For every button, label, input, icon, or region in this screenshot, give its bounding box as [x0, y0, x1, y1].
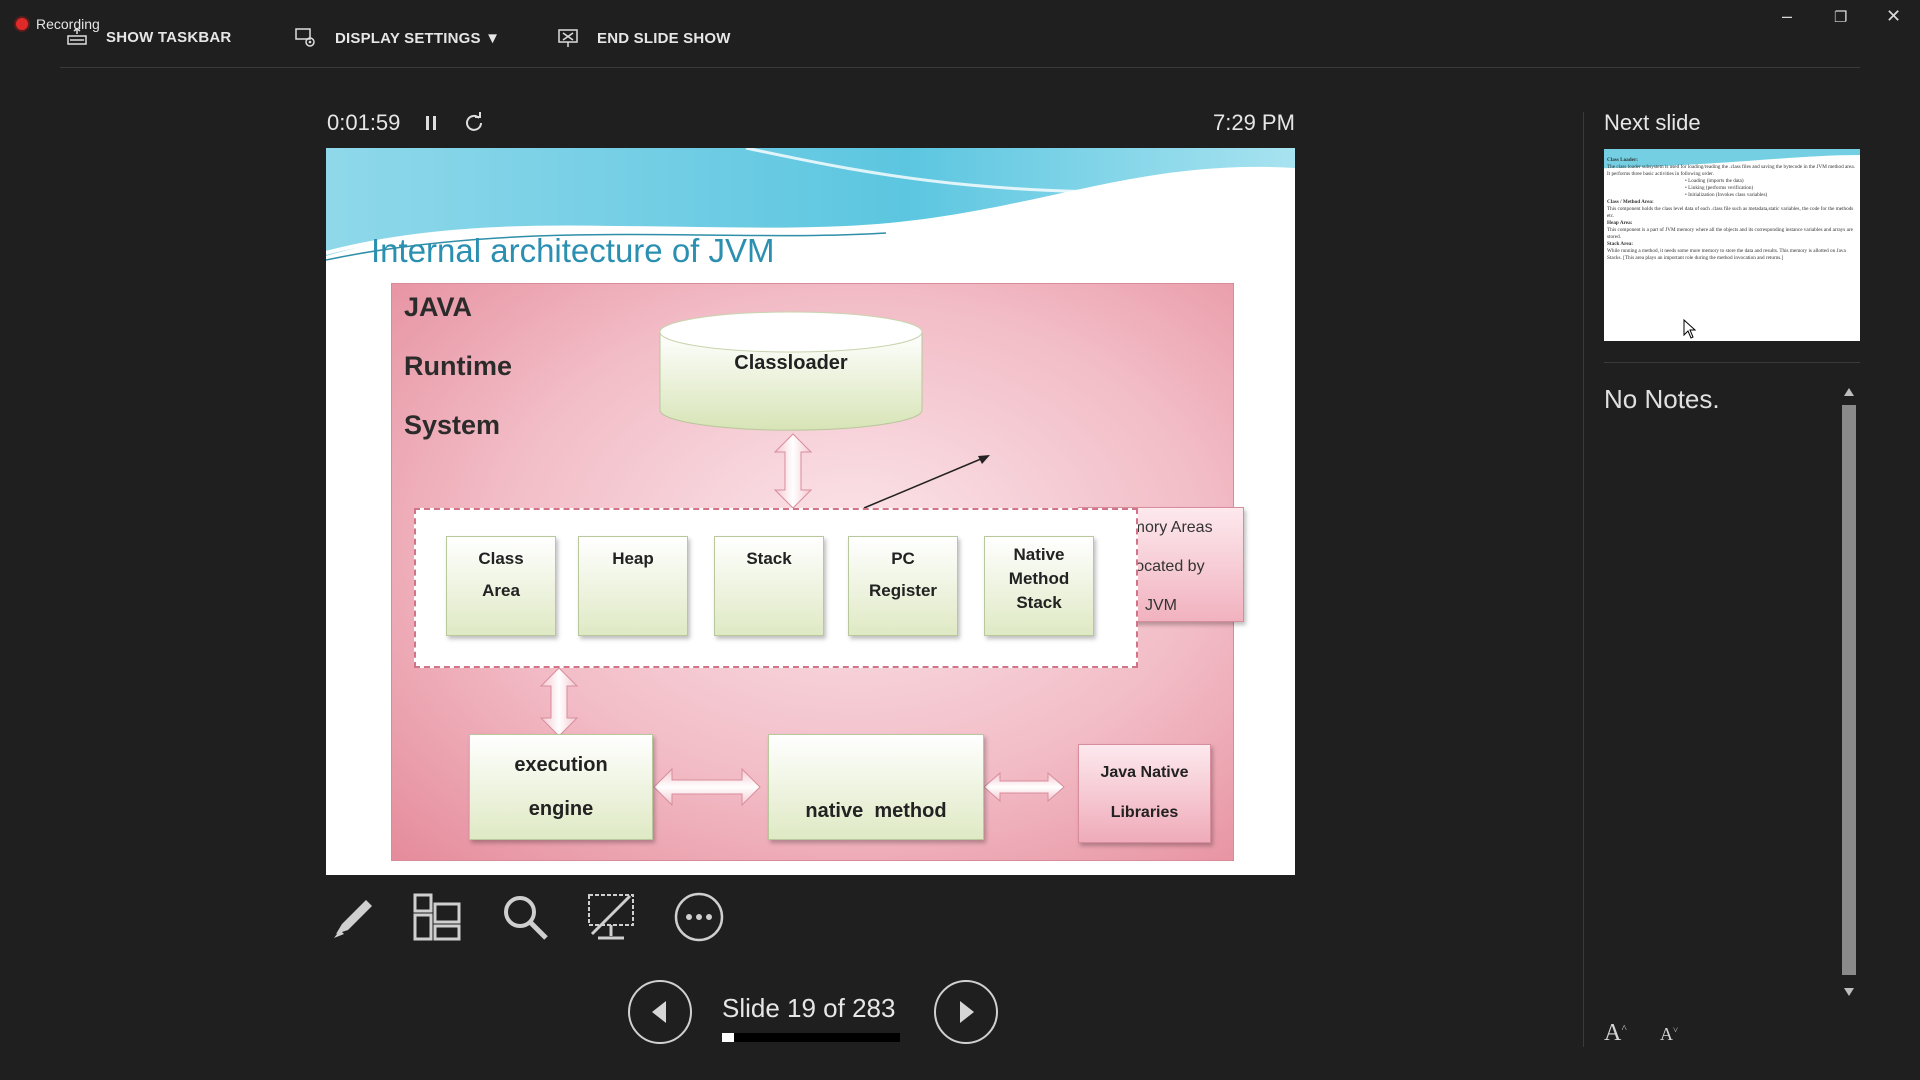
pc-register-box: PC Register [848, 536, 958, 636]
speaker-notes: No Notes. [1604, 384, 1720, 414]
class-area-line-1: Class [478, 549, 524, 568]
top-divider [60, 67, 1860, 68]
display-settings-label: DISPLAY SETTINGS ▼ [335, 29, 501, 47]
native-method-stack-box: Native Method Stack [984, 536, 1094, 636]
heap-box: Heap [578, 536, 688, 636]
thumb-line-10: Stack Area: [1607, 241, 1633, 247]
show-taskbar-button[interactable]: SHOW TASKBAR [66, 28, 231, 46]
thumb-line-11: While running a method, it needs some mo… [1607, 248, 1846, 261]
notes-scroll-thumb[interactable] [1842, 405, 1856, 975]
reset-timer-button[interactable] [463, 112, 485, 139]
slide-counter[interactable]: Slide 19 of 283 [722, 993, 895, 1024]
taskbar-icon [66, 28, 88, 46]
increase-font-button[interactable]: A˄ [1604, 1020, 1627, 1047]
stack-label: Stack [746, 549, 792, 568]
previous-arrow-icon [652, 1001, 666, 1023]
zoom-button[interactable] [498, 890, 552, 949]
slide-progress-bar [722, 1033, 900, 1042]
screen-off-icon [588, 894, 634, 940]
thumb-line-3: • Loading (imports the data) [1685, 178, 1744, 184]
grid-icon [413, 893, 461, 941]
slide-progress-fill [722, 1033, 734, 1042]
thumb-line-9: This component is a part of JVM memory w… [1607, 227, 1853, 240]
thumb-line-4: • Linking (performs verification) [1685, 185, 1754, 191]
display-settings-button[interactable]: DISPLAY SETTINGS ▼ [295, 28, 500, 48]
heap-label: Heap [612, 549, 654, 568]
native-stack-line-3: Stack [1016, 593, 1062, 612]
scroll-down-icon[interactable] [1843, 987, 1855, 997]
restore-button[interactable]: ❐ [1834, 8, 1847, 26]
mouse-cursor-icon [1683, 319, 1697, 339]
notes-divider [1604, 362, 1860, 363]
native-stack-line-1: Native [1013, 545, 1065, 564]
class-area-box: Class Area [446, 536, 556, 636]
pane-separator [1583, 112, 1584, 1047]
pen-tool-button[interactable] [326, 890, 380, 949]
thumb-line-8: Heap Area: [1607, 220, 1633, 226]
previous-slide-button[interactable] [628, 980, 692, 1044]
display-settings-icon [295, 28, 317, 48]
current-slide[interactable]: Internal architecture of JVM JAVA Runtim… [326, 148, 1295, 875]
pc-register-line-2: Register [868, 581, 938, 600]
show-taskbar-label: SHOW TASKBAR [106, 28, 232, 46]
see-all-slides-button[interactable] [410, 890, 464, 949]
scroll-up-icon[interactable] [1843, 387, 1855, 397]
next-slide-button[interactable] [934, 980, 998, 1044]
thumb-line-7: This component holds the class level dat… [1607, 206, 1854, 219]
java-native-libraries-box: Java Native Libraries [1078, 744, 1211, 843]
black-screen-button[interactable] [584, 890, 638, 949]
end-slide-show-label: END SLIDE SHOW [597, 29, 731, 47]
class-area-line-2: Area [482, 581, 520, 600]
close-icon: ✕ [1886, 6, 1902, 26]
execution-engine-box: execution engine [469, 734, 653, 840]
minimize-button[interactable]: – [1782, 6, 1792, 27]
next-slide-thumbnail[interactable]: Class Loader: The class loader subsystem… [1604, 149, 1860, 341]
pause-icon [426, 116, 436, 130]
increase-font-icon: A [1604, 1020, 1622, 1046]
current-time: 7:29 PM [1213, 110, 1295, 135]
pause-timer-button[interactable] [423, 113, 439, 138]
decrease-font-icon: A [1660, 1024, 1673, 1044]
next-arrow-icon [960, 1001, 974, 1023]
stack-box: Stack [714, 536, 824, 636]
magnifier-icon [504, 896, 548, 940]
end-slide-show-button[interactable]: END SLIDE SHOW [557, 28, 731, 48]
end-show-icon [557, 28, 579, 48]
decrease-font-button[interactable]: A˅ [1660, 1024, 1678, 1045]
execution-engine-line-1: execution [514, 754, 608, 776]
thumb-line-2: The class loader subsystem is used for l… [1607, 164, 1855, 177]
jvm-diagram-panel: JAVA Runtime System Classloader Memory A… [391, 283, 1244, 861]
ellipsis-icon [674, 892, 724, 942]
restart-icon [466, 112, 482, 131]
close-button[interactable]: ✕ [1886, 6, 1901, 27]
elapsed-timer: 0:01:59 [327, 110, 401, 135]
slide-title: Internal architecture of JVM [371, 232, 775, 269]
pen-icon [334, 900, 372, 938]
more-options-button[interactable] [672, 890, 726, 949]
record-icon [16, 18, 28, 30]
jni-line-1: Java Native [1100, 764, 1189, 781]
thumb-line-6: Class / Method Area: [1607, 199, 1654, 205]
minimize-icon: – [1782, 6, 1793, 26]
thumb-line-1: Class Loader: [1607, 157, 1638, 163]
native-method-interface-box: native method interface [768, 734, 984, 840]
jni-line-2: Libraries [1110, 804, 1179, 821]
execution-engine-line-2: engine [528, 798, 594, 820]
pc-register-line-1: PC [891, 549, 915, 568]
native-stack-line-2: Method [1008, 569, 1070, 588]
native-interface-line-1: native method [805, 800, 947, 822]
thumb-line-5: • Initialization (Invokes class variable… [1685, 192, 1768, 198]
next-slide-label: Next slide [1604, 110, 1701, 135]
restore-icon: ❐ [1834, 9, 1848, 26]
